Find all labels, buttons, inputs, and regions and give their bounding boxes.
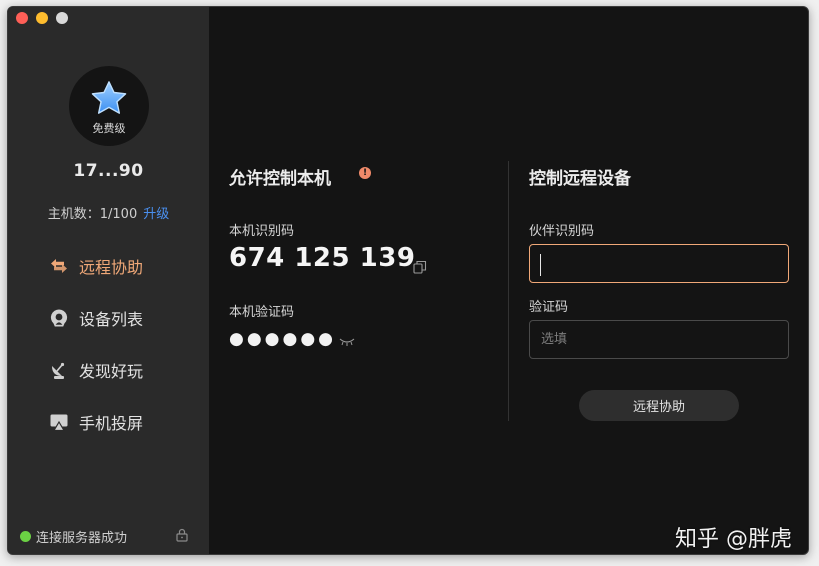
partner-id-label: 伙伴识别码 [529, 224, 595, 239]
sidebar-item-discover[interactable]: 发现好玩 [48, 357, 143, 383]
sidebar-item-remote-assist[interactable]: 远程协助 [48, 253, 143, 279]
satellite-dish-icon [48, 359, 70, 381]
sidebar-item-label: 发现好玩 [79, 362, 144, 381]
app-window: 免费级 17...90 主机数：1/100 升级 远程协助 设备列表 发现好玩 … [7, 6, 809, 555]
sidebar-item-screen-cast[interactable]: 手机投屏 [48, 409, 143, 435]
copy-icon[interactable] [413, 260, 427, 274]
maximize-window-button[interactable] [56, 12, 68, 24]
sidebar-item-label: 手机投屏 [79, 414, 144, 433]
verify-code-label: 验证码 [529, 300, 569, 315]
minimize-window-button[interactable] [36, 12, 48, 24]
connection-status: 连接服务器成功 [20, 527, 127, 546]
remote-assist-button[interactable]: 远程协助 [579, 390, 739, 421]
close-window-button[interactable] [16, 12, 28, 24]
allow-control-title: 允许控制本机 [229, 169, 331, 189]
sidebar-nav: 远程协助 设备列表 发现好玩 手机投屏 [48, 253, 143, 461]
watermark: 知乎 @胖虎 [675, 527, 792, 552]
swap-arrows-icon [48, 255, 70, 277]
host-count-row: 主机数：1/100 升级 [8, 203, 209, 222]
control-remote-title: 控制远程设备 [529, 169, 631, 189]
sidebar-item-label: 设备列表 [79, 310, 144, 329]
device-list-icon [48, 307, 70, 329]
status-text: 连接服务器成功 [36, 531, 128, 546]
status-indicator-dot [20, 531, 31, 542]
screen-cast-icon [48, 411, 70, 433]
sidebar: 免费级 17...90 主机数：1/100 升级 远程协助 设备列表 发现好玩 … [8, 7, 209, 554]
local-id-label: 本机识别码 [229, 224, 295, 239]
window-controls [16, 12, 68, 24]
local-code-value: ●●●●●● [229, 329, 337, 349]
sidebar-item-device-list[interactable]: 设备列表 [48, 305, 143, 331]
sidebar-item-label: 远程协助 [79, 258, 144, 277]
avatar[interactable]: 免费级 [69, 66, 149, 146]
section-divider [508, 161, 509, 421]
text-caret [540, 254, 541, 276]
membership-tier: 免费级 [92, 122, 126, 135]
warning-icon[interactable]: ! [359, 167, 371, 179]
lock-icon[interactable] [175, 528, 189, 542]
local-code-label: 本机验证码 [229, 305, 295, 320]
partner-id-input[interactable] [529, 244, 789, 283]
local-id-value: 674 125 139 [229, 243, 416, 273]
verify-code-input[interactable] [529, 320, 789, 359]
host-count: 主机数：1/100 [47, 207, 138, 222]
upgrade-link[interactable]: 升级 [143, 207, 169, 222]
user-id: 17...90 [73, 161, 144, 181]
eye-closed-icon[interactable] [339, 337, 355, 347]
star-icon [91, 81, 127, 114]
